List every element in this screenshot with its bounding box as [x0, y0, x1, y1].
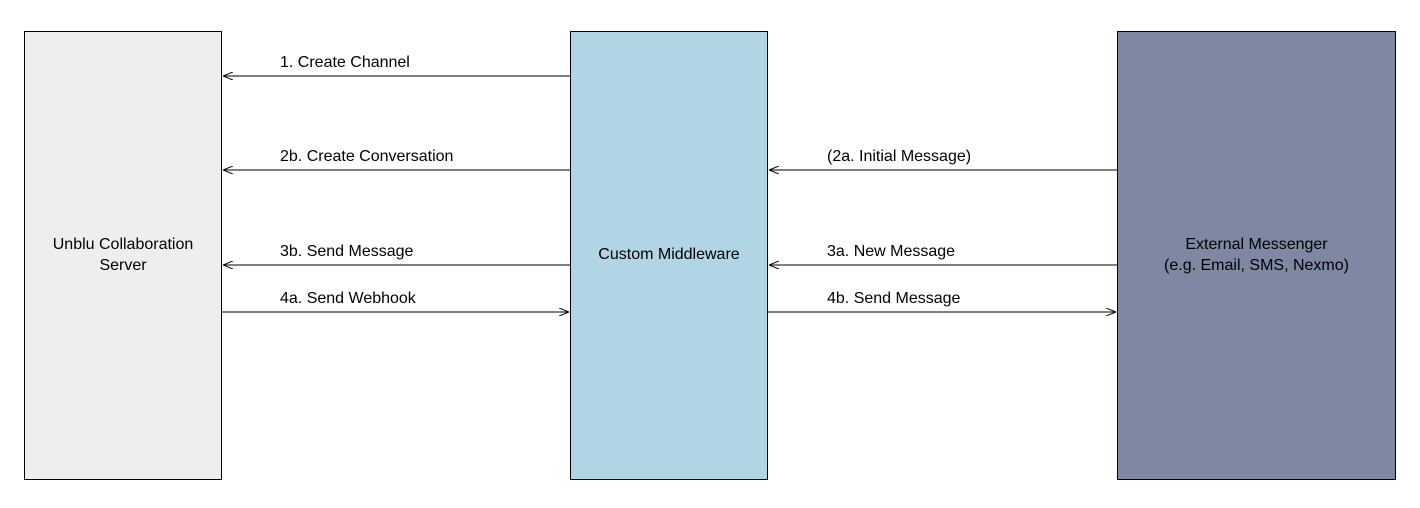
box-unblu-server: Unblu Collaboration Server [24, 31, 222, 480]
label-initial-message: (2a. Initial Message) [827, 148, 971, 166]
label-send-message-4b: 4b. Send Message [827, 290, 960, 308]
box-external-messenger: External Messenger (e.g. Email, SMS, Nex… [1117, 31, 1396, 480]
label-send-message-3b: 3b. Send Message [280, 243, 413, 261]
label-new-message: 3a. New Message [827, 243, 955, 261]
label-create-channel: 1. Create Channel [280, 54, 410, 72]
box-custom-middleware: Custom Middleware [570, 31, 768, 480]
box-custom-middleware-label: Custom Middleware [598, 245, 739, 266]
label-send-webhook: 4a. Send Webhook [280, 290, 416, 308]
box-external-messenger-label: External Messenger (e.g. Email, SMS, Nex… [1164, 235, 1349, 277]
box-unblu-server-label: Unblu Collaboration Server [53, 235, 194, 277]
label-create-conversation: 2b. Create Conversation [280, 148, 453, 166]
